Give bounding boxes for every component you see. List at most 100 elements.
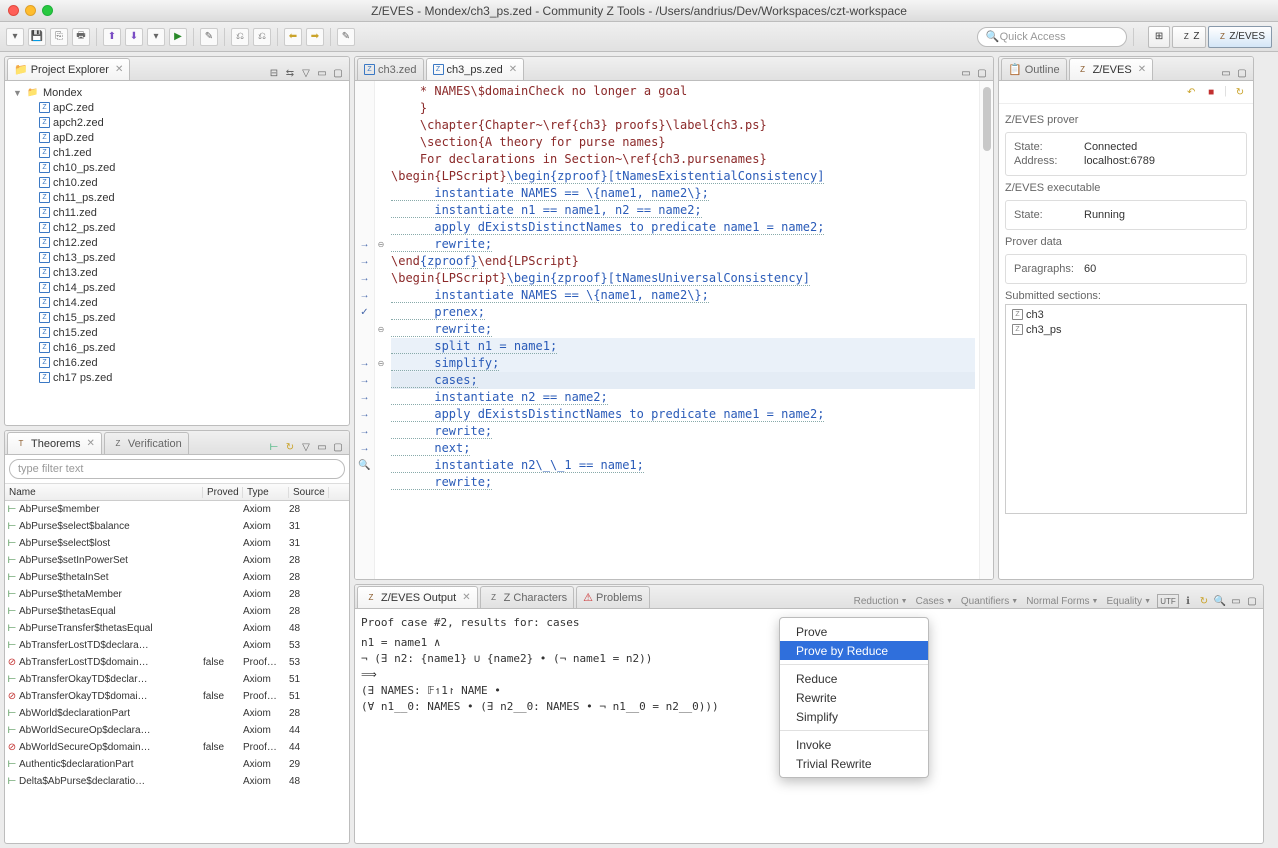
refresh-icon[interactable]: ↻	[1197, 594, 1211, 608]
context-menu-item[interactable]: Trivial Rewrite	[780, 754, 928, 773]
refresh-icon[interactable]: ↻	[1233, 85, 1247, 99]
tree-file[interactable]: Zch17 ps.zed	[9, 370, 345, 385]
theorem-row[interactable]: ⊢AbPurse$select$balanceAxiom31	[5, 518, 349, 535]
theorem-row[interactable]: ⊘AbWorldSecureOp$domain…falseProof…44	[5, 739, 349, 756]
context-menu-item[interactable]: Reduce	[780, 669, 928, 688]
tree-file[interactable]: Zch10_ps.zed	[9, 160, 345, 175]
tree-file[interactable]: Zch14.zed	[9, 295, 345, 310]
tree-file[interactable]: Zch11.zed	[9, 205, 345, 220]
reduction-menu-quantifiers[interactable]: Quantifiers ▼	[961, 596, 1018, 607]
zeves-tab[interactable]: Z Z/EVES ✕	[1069, 58, 1154, 80]
reduction-menu-equality[interactable]: Equality ▼	[1106, 596, 1151, 607]
theorem-row[interactable]: ⊢AbWorldSecureOp$declara…Axiom44	[5, 722, 349, 739]
section-item[interactable]: Zch3_ps	[1008, 322, 1244, 337]
code-editor[interactable]: →→→→✓→→→→→→🔍 ⊖⊖⊖ * NAMES\$domainCheck no…	[355, 81, 993, 579]
theorem-row[interactable]: ⊢AbWorld$declarationPartAxiom28	[5, 705, 349, 722]
sections-list[interactable]: Zch3Zch3_ps	[1005, 304, 1247, 514]
toolbar-button[interactable]: ▾	[147, 28, 165, 46]
close-icon[interactable]: ✕	[87, 438, 95, 449]
quick-access-input[interactable]: 🔍 Quick Access	[977, 27, 1127, 47]
reduction-menu-cases[interactable]: Cases ▼	[916, 596, 953, 607]
maximize-icon[interactable]: ▢	[331, 440, 345, 454]
maximize-icon[interactable]: ▢	[975, 66, 989, 80]
reduction-menu-reduction[interactable]: Reduction ▼	[854, 596, 908, 607]
context-menu-item[interactable]: Prove	[780, 622, 928, 641]
theorem-row[interactable]: ⊢Delta$AbPurse$declaratio…Axiom48	[5, 773, 349, 790]
tree-file[interactable]: Zch12.zed	[9, 235, 345, 250]
problems-tab[interactable]: ⚠ Problems	[576, 586, 649, 608]
theorem-row[interactable]: ⊢AbTransferOkayTD$declar…Axiom51	[5, 671, 349, 688]
tree-file[interactable]: Zch14_ps.zed	[9, 280, 345, 295]
theorem-row[interactable]: ⊢AbPurse$memberAxiom28	[5, 501, 349, 518]
project-explorer-tab[interactable]: 📁 Project Explorer ✕	[7, 58, 130, 80]
forward-button[interactable]: ➡	[306, 28, 324, 46]
context-menu-item[interactable]: Rewrite	[780, 688, 928, 707]
save-button[interactable]: 💾	[28, 28, 46, 46]
context-menu-item[interactable]: Prove by Reduce	[780, 641, 928, 660]
context-menu-item[interactable]: Invoke	[780, 735, 928, 754]
minimize-icon[interactable]: ▭	[315, 66, 329, 80]
stop-icon[interactable]: ■	[1204, 85, 1218, 99]
info-icon[interactable]: ℹ	[1181, 594, 1195, 608]
tree-file[interactable]: Zch15_ps.zed	[9, 310, 345, 325]
close-icon[interactable]: ✕	[462, 592, 470, 603]
col-type[interactable]: Type	[243, 487, 289, 498]
refresh-icon[interactable]: ↻	[283, 440, 297, 454]
theorem-row[interactable]: ⊢AbPurse$thetaMemberAxiom28	[5, 586, 349, 603]
section-item[interactable]: Zch3	[1008, 307, 1244, 322]
context-menu-item[interactable]: Simplify	[780, 707, 928, 726]
back-button[interactable]: ⬅	[284, 28, 302, 46]
theorem-row[interactable]: ⊢AbPurse$thetaInSetAxiom28	[5, 569, 349, 586]
verification-tab[interactable]: Z Verification	[104, 432, 189, 454]
theorem-row[interactable]: ⊘AbTransferLostTD$domain…falseProof…53	[5, 654, 349, 671]
down-arrow-icon[interactable]: ⬇	[125, 28, 143, 46]
tree-file[interactable]: Zch13.zed	[9, 265, 345, 280]
perspective-z[interactable]: Z Z	[1172, 26, 1206, 48]
toolbar-button[interactable]: ⎌	[231, 28, 249, 46]
perspective-zeves[interactable]: Z Z/EVES	[1208, 26, 1272, 48]
tree-file[interactable]: Zch11_ps.zed	[9, 190, 345, 205]
theorem-row[interactable]: ⊢AbPurse$select$lostAxiom31	[5, 535, 349, 552]
col-name[interactable]: Name	[5, 487, 203, 498]
proof-icon[interactable]: ⊢	[267, 440, 281, 454]
tree-file[interactable]: Zch10.zed	[9, 175, 345, 190]
zeves-output-tab[interactable]: Z Z/EVES Output ✕	[357, 586, 478, 608]
toolbar-button[interactable]: 🖶	[72, 28, 90, 46]
editor-tab-ch3ps[interactable]: Z ch3_ps.zed ✕	[426, 58, 525, 80]
editor-tab-ch3[interactable]: Z ch3.zed	[357, 58, 424, 80]
tree-file[interactable]: Zch13_ps.zed	[9, 250, 345, 265]
close-icon[interactable]: ✕	[509, 64, 517, 75]
toolbar-button[interactable]: ⎘	[50, 28, 68, 46]
vertical-scrollbar[interactable]	[979, 81, 993, 579]
open-perspective-button[interactable]: ⊞	[1148, 26, 1170, 48]
col-proved[interactable]: Proved	[203, 487, 243, 498]
theorem-row[interactable]: ⊢Authentic$declarationPartAxiom29	[5, 756, 349, 773]
theorem-filter-input[interactable]: type filter text	[9, 459, 345, 479]
maximize-icon[interactable]: ▢	[331, 66, 345, 80]
tree-file[interactable]: Zch12_ps.zed	[9, 220, 345, 235]
tree-file[interactable]: Zapch2.zed	[9, 115, 345, 130]
tree-file[interactable]: ZapC.zed	[9, 100, 345, 115]
toolbar-button[interactable]: ⎌	[253, 28, 271, 46]
tree-file[interactable]: Zch15.zed	[9, 325, 345, 340]
tree-folder[interactable]: ▼📁Mondex	[9, 85, 345, 100]
tree-file[interactable]: Zch16_ps.zed	[9, 340, 345, 355]
view-menu-icon[interactable]: ▽	[299, 440, 313, 454]
minimize-icon[interactable]: ▭	[1229, 594, 1243, 608]
toolbar-button[interactable]: ▾	[6, 28, 24, 46]
theorems-tab[interactable]: T Theorems ✕	[7, 432, 102, 454]
outline-tab[interactable]: 📋 Outline	[1001, 58, 1067, 80]
theorem-row[interactable]: ⊢AbPurse$thetasEqualAxiom28	[5, 603, 349, 620]
z-characters-tab[interactable]: Z Z Characters	[480, 586, 575, 608]
tree-file[interactable]: Zch16.zed	[9, 355, 345, 370]
theorem-row[interactable]: ⊘AbTransferOkayTD$domai…falseProof…51	[5, 688, 349, 705]
theorem-row[interactable]: ⊢AbPurse$setInPowerSetAxiom28	[5, 552, 349, 569]
up-arrow-icon[interactable]: ⬆	[103, 28, 121, 46]
close-icon[interactable]: ✕	[115, 64, 123, 75]
collapse-all-icon[interactable]: ⊟	[267, 66, 281, 80]
run-button[interactable]: ▶	[169, 28, 187, 46]
toolbar-button[interactable]: ✎	[337, 28, 355, 46]
maximize-icon[interactable]: ▢	[1245, 594, 1259, 608]
minimize-icon[interactable]: ▭	[1219, 66, 1233, 80]
theorem-row[interactable]: ⊢AbPurseTransfer$thetasEqualAxiom48	[5, 620, 349, 637]
